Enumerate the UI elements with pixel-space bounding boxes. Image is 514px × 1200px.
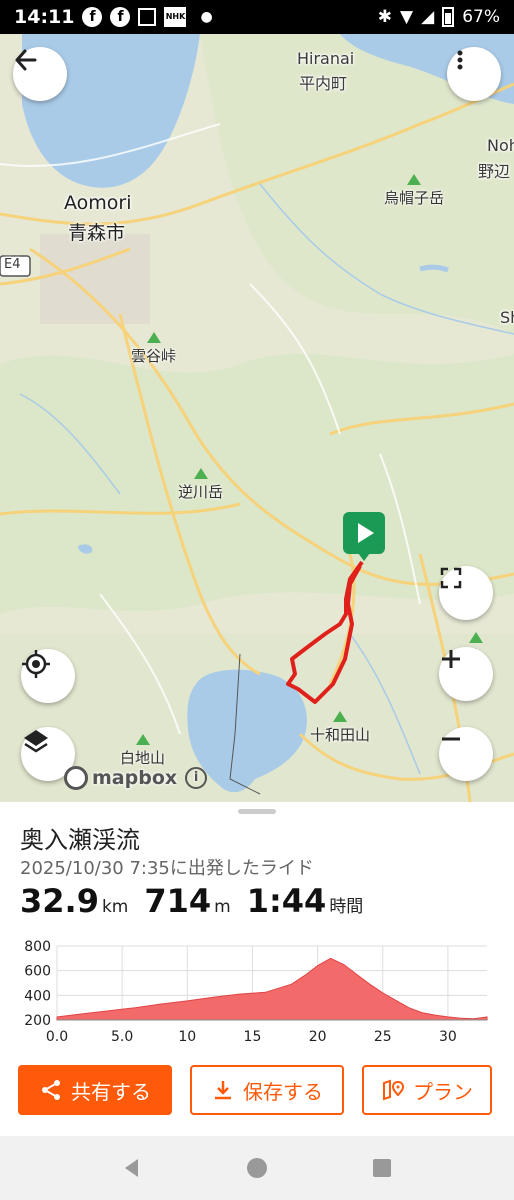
plan-button[interactable]: プラン — [362, 1065, 492, 1115]
map-label-shi: Sh — [500, 308, 514, 327]
play-icon — [358, 523, 374, 543]
route-start-marker[interactable] — [343, 512, 385, 561]
ride-title: 奥入瀬渓流 — [20, 826, 140, 854]
map-label-aomori-jp: 青森市 — [68, 222, 126, 244]
notification-dot-icon: ● — [200, 9, 213, 25]
share-label: 共有する — [71, 1079, 151, 1104]
my-location-button[interactable] — [21, 649, 75, 703]
sheet-drag-handle[interactable] — [238, 809, 276, 814]
nav-recents-button[interactable] — [370, 1156, 394, 1180]
distance-value: 32.9 — [20, 882, 99, 920]
status-bar: 14:11 f f NHK ● ✱ ▼ ◢ 67% — [0, 0, 514, 34]
peak-label: 十和田山 — [310, 726, 371, 744]
chart-x-tick-label: 25 — [374, 1029, 392, 1045]
fullscreen-button[interactable] — [439, 566, 493, 620]
mapbox-label: mapbox — [92, 767, 178, 789]
mountain-icon — [407, 174, 421, 185]
distance-unit: km — [101, 897, 129, 917]
mountain-icon — [193, 468, 208, 479]
chart-x-tick-label: 20 — [309, 1029, 327, 1045]
mountain-icon — [146, 332, 161, 343]
duration-value: 1:44 — [246, 882, 327, 920]
share-icon — [42, 1080, 60, 1100]
peak-label: 烏帽子岳 — [384, 189, 445, 207]
map-pin-icon — [383, 1079, 405, 1101]
peak-label: 雲谷峠 — [131, 347, 177, 365]
chart-x-tick-label: 10 — [178, 1029, 196, 1045]
signal-icon: ◢ — [421, 7, 435, 27]
save-label: 保存する — [243, 1079, 323, 1104]
nav-home-button[interactable] — [245, 1156, 269, 1180]
chart-elevation-area — [56, 957, 488, 1021]
info-icon[interactable]: i — [185, 767, 208, 789]
battery-percent: 67% — [462, 7, 500, 27]
chart-x-tick-label: 5.0 — [111, 1029, 133, 1045]
peak-label: 白地山 — [120, 749, 166, 767]
save-button[interactable]: 保存する — [190, 1065, 344, 1115]
peak-shirajiyama: 白地山 — [120, 734, 165, 768]
peak-towadayama: 十和田山 — [310, 711, 370, 745]
chart-y-tick-label: 400 — [24, 988, 51, 1004]
system-nav-bar — [0, 1136, 514, 1200]
peak-sakasagawadake: 逆川岳 — [178, 468, 223, 502]
mapbox-logo-icon — [64, 766, 88, 790]
bluetooth-icon: ✱ — [377, 7, 393, 27]
map-label-aomori-en: Aomori — [64, 192, 132, 214]
nav-back-button[interactable] — [120, 1156, 144, 1180]
map-label-noheji-en: Noh — [487, 136, 514, 155]
chart-x-tick-label: 15 — [244, 1029, 262, 1045]
mountain-icon — [468, 632, 483, 643]
facebook-icon: f — [82, 7, 103, 27]
elevation-value: 714 — [144, 882, 212, 920]
chart-y-tick-label: 200 — [24, 1013, 51, 1029]
plus-icon — [442, 650, 460, 668]
facebook-icon-2: f — [110, 7, 131, 27]
mountain-icon — [135, 734, 150, 745]
map-view[interactable]: Aomori 青森市 Hiranai 平内町 Noh 野辺 Sh E4 烏帽子岳… — [0, 34, 514, 802]
ride-subtitle: 2025/10/30 7:35に出発したライド — [20, 858, 314, 879]
arrow-left-icon — [15, 49, 37, 71]
map-canvas — [0, 34, 514, 802]
map-label-noheji-jp: 野辺 — [478, 162, 511, 181]
stat-distance: 32.9 km — [20, 882, 128, 920]
map-label-hiranai-jp: 平内町 — [299, 74, 348, 93]
peak-label: 逆川岳 — [178, 483, 224, 501]
action-buttons: 共有する 保存する プラン — [18, 1065, 492, 1115]
elevation-unit: m — [214, 897, 231, 917]
more-vert-icon — [457, 50, 463, 70]
chart-x-tick-label: 0.0 — [46, 1029, 68, 1045]
minus-icon — [442, 737, 460, 741]
layers-icon — [24, 730, 48, 753]
peak-moyatoge: 雲谷峠 — [131, 332, 176, 366]
chart-x-tick-label: 30 — [439, 1029, 457, 1045]
download-icon — [215, 1081, 231, 1100]
zoom-out-button[interactable] — [439, 727, 493, 781]
elevation-chart[interactable]: 800 600 400 2000.0 5.0 10 15 20 25 30 — [0, 934, 514, 1052]
stat-duration: 1:44 時間 — [247, 882, 364, 920]
crosshair-icon — [22, 650, 50, 678]
share-button[interactable]: 共有する — [18, 1065, 172, 1115]
map-label-e4: E4 — [4, 257, 21, 272]
back-button[interactable] — [13, 47, 67, 101]
map-label-hiranai-en: Hiranai — [297, 49, 355, 68]
duration-unit: 時間 — [329, 897, 364, 917]
wifi-icon: ▼ — [400, 7, 414, 27]
fullscreen-icon — [440, 567, 462, 589]
plan-label: プラン — [413, 1079, 473, 1104]
nhk-icon: NHK — [164, 7, 187, 27]
battery-icon — [442, 7, 455, 27]
peak-eboshidake: 烏帽子岳 — [384, 174, 444, 208]
chart-y-tick-label: 600 — [24, 964, 51, 980]
mapbox-attribution[interactable]: mapbox i — [64, 766, 208, 790]
ride-stats: 32.9 km 714 m 1:44 時間 — [20, 882, 363, 920]
ride-detail-sheet: 奥入瀬渓流 2025/10/30 7:35に出発したライド 32.9 km 714… — [0, 802, 514, 1136]
screenshot-icon — [138, 8, 157, 26]
chart-y-tick-label: 800 — [24, 939, 51, 955]
stat-elevation: 714 m — [144, 882, 230, 920]
status-time: 14:11 — [14, 6, 75, 28]
mountain-icon — [333, 711, 347, 722]
zoom-in-button[interactable] — [439, 647, 493, 701]
more-options-button[interactable] — [447, 47, 501, 101]
